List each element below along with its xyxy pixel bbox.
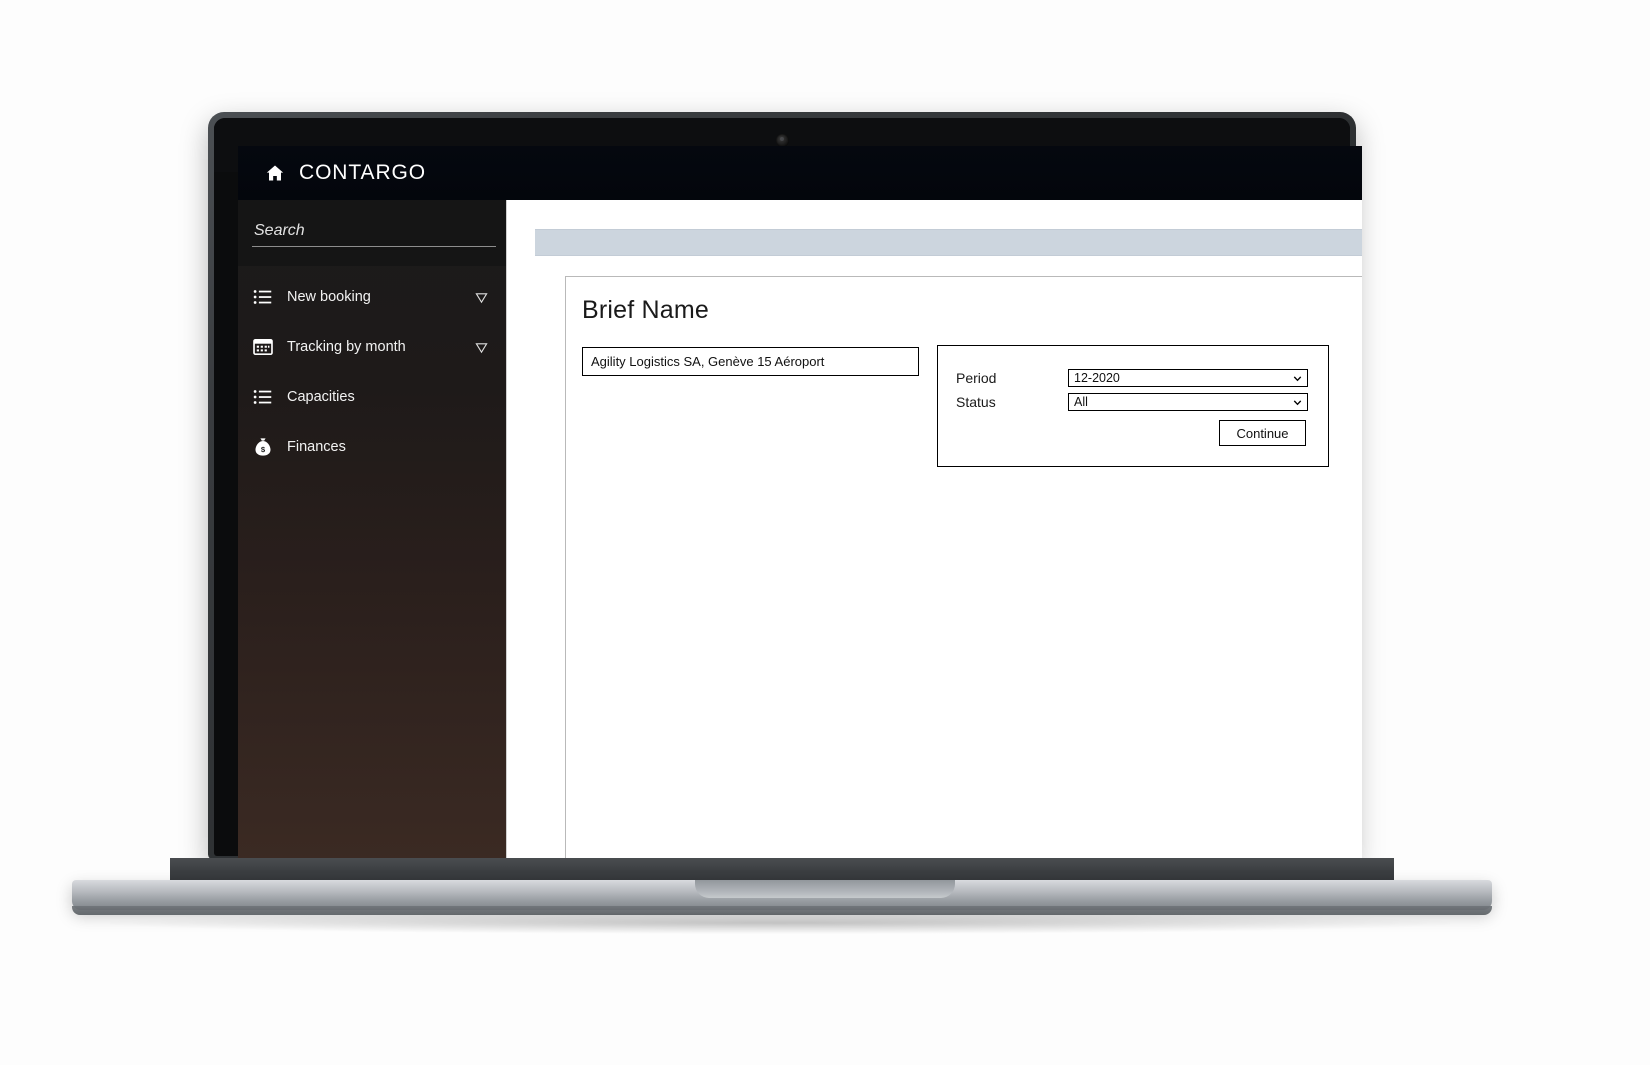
sidebar-item-finances[interactable]: $ Finances xyxy=(238,422,506,472)
brief-name-input[interactable] xyxy=(582,347,919,376)
status-label: Status xyxy=(956,394,996,410)
status-row: Status All xyxy=(956,393,1308,411)
list-icon xyxy=(253,290,272,304)
app-brand-title: CONTARGO xyxy=(299,161,426,184)
sidebar-item-label: Tracking by month xyxy=(287,339,406,355)
period-row: Period 12-2020 xyxy=(956,369,1308,387)
continue-button[interactable]: Continue xyxy=(1219,420,1306,446)
sidebar-item-new-booking[interactable]: New booking xyxy=(238,272,506,322)
chevron-down-icon xyxy=(1293,399,1302,405)
content-ribbon-bar xyxy=(535,229,1362,256)
sidebar-item-label: New booking xyxy=(287,289,371,305)
sidebar-search-zone xyxy=(238,200,506,266)
filter-box: Period 12-2020 Status All Continue xyxy=(937,345,1329,467)
period-select-value: 12-2020 xyxy=(1074,370,1120,385)
home-icon[interactable] xyxy=(265,163,285,183)
app-topbar: CONTARGO xyxy=(238,146,1362,200)
period-label: Period xyxy=(956,370,997,386)
status-select-value: All xyxy=(1074,394,1088,409)
sidebar-item-capacities[interactable]: Capacities xyxy=(238,372,506,422)
chevron-down-icon[interactable] xyxy=(475,341,488,354)
svg-text:$: $ xyxy=(261,445,266,454)
calendar-icon xyxy=(253,339,273,355)
laptop-drop-shadow xyxy=(110,912,1450,934)
laptop-lid-inner: CONTARGO Search New booking Tracking by … xyxy=(214,118,1362,861)
sidebar-nav-list: New booking Tracking by month Capacities… xyxy=(238,266,506,472)
content-area: Brief Name Period 12-2020 xyxy=(506,200,1362,861)
money-bag-icon: $ xyxy=(255,438,271,456)
page-title: Brief Name xyxy=(582,296,710,324)
screen-viewport: CONTARGO Search New booking Tracking by … xyxy=(238,146,1362,861)
brief-name-panel: Brief Name Period 12-2020 xyxy=(565,276,1362,861)
sidebar-item-tracking-by-month[interactable]: Tracking by month xyxy=(238,322,506,372)
chevron-down-icon[interactable] xyxy=(475,291,488,304)
screenshot-stage: CONTARGO Search New booking Tracking by … xyxy=(0,0,1650,1065)
sidebar: New booking xyxy=(238,200,506,861)
period-select[interactable]: 12-2020 xyxy=(1068,369,1308,387)
laptop-base-notch xyxy=(695,880,955,898)
laptop-lid: CONTARGO Search New booking Tracking by … xyxy=(208,112,1362,861)
sidebar-empty-area xyxy=(238,450,506,861)
status-select[interactable]: All xyxy=(1068,393,1308,411)
list-icon xyxy=(253,390,272,404)
sidebar-item-label: Capacities xyxy=(287,389,355,405)
chevron-down-icon xyxy=(1293,375,1302,381)
search-input[interactable] xyxy=(252,219,496,247)
sidebar-item-label: Finances xyxy=(287,439,346,455)
